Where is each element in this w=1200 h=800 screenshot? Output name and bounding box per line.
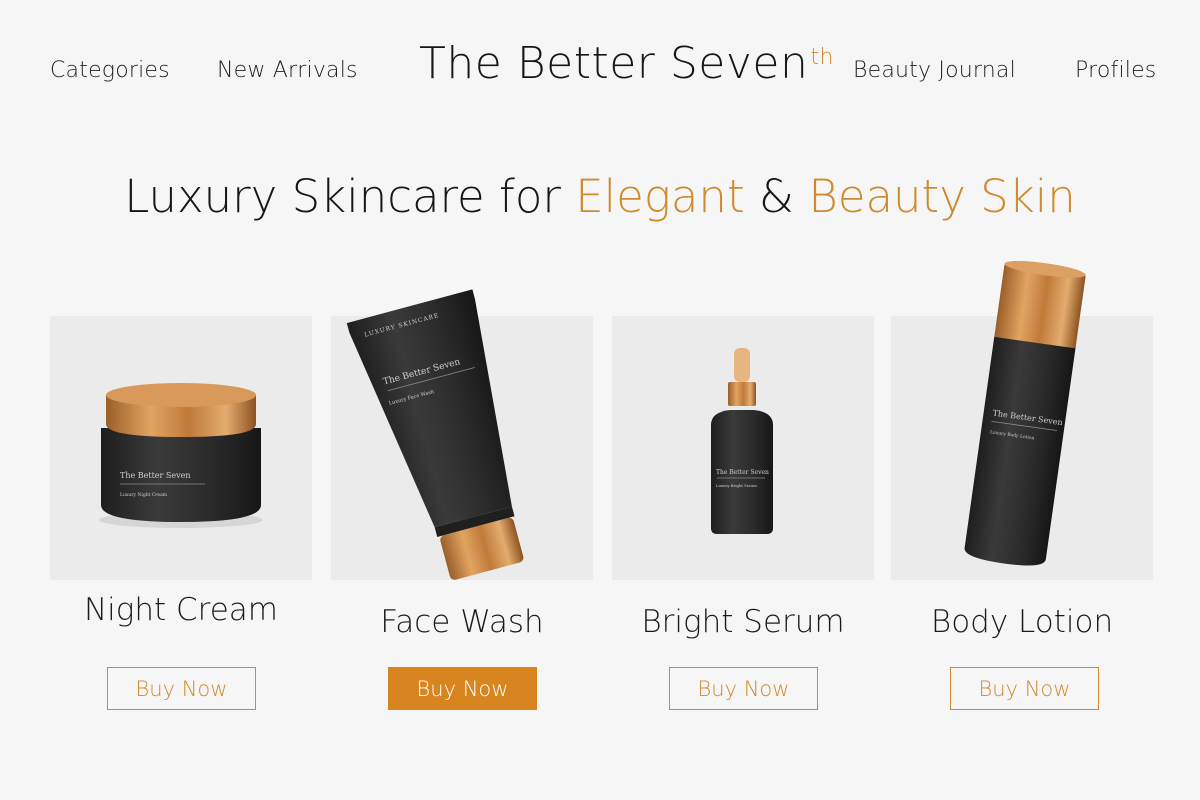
product-name-night-cream: Night Cream bbox=[83, 592, 279, 628]
buy-now-button-night-cream[interactable]: Buy Now bbox=[107, 667, 256, 710]
buy-now-button-bright-serum[interactable]: Buy Now bbox=[669, 667, 818, 710]
buy-now-button-face-wash[interactable]: Buy Now bbox=[388, 667, 537, 710]
product-name-body-lotion: Body Lotion bbox=[930, 604, 1114, 640]
page: Categories New Arrivals The Better Seven… bbox=[0, 0, 1200, 800]
product-name-face-wash: Face Wash bbox=[380, 604, 544, 640]
product-name-bright-serum: Bright Serum bbox=[641, 604, 845, 640]
buy-now-button-body-lotion[interactable]: Buy Now bbox=[950, 667, 1099, 710]
